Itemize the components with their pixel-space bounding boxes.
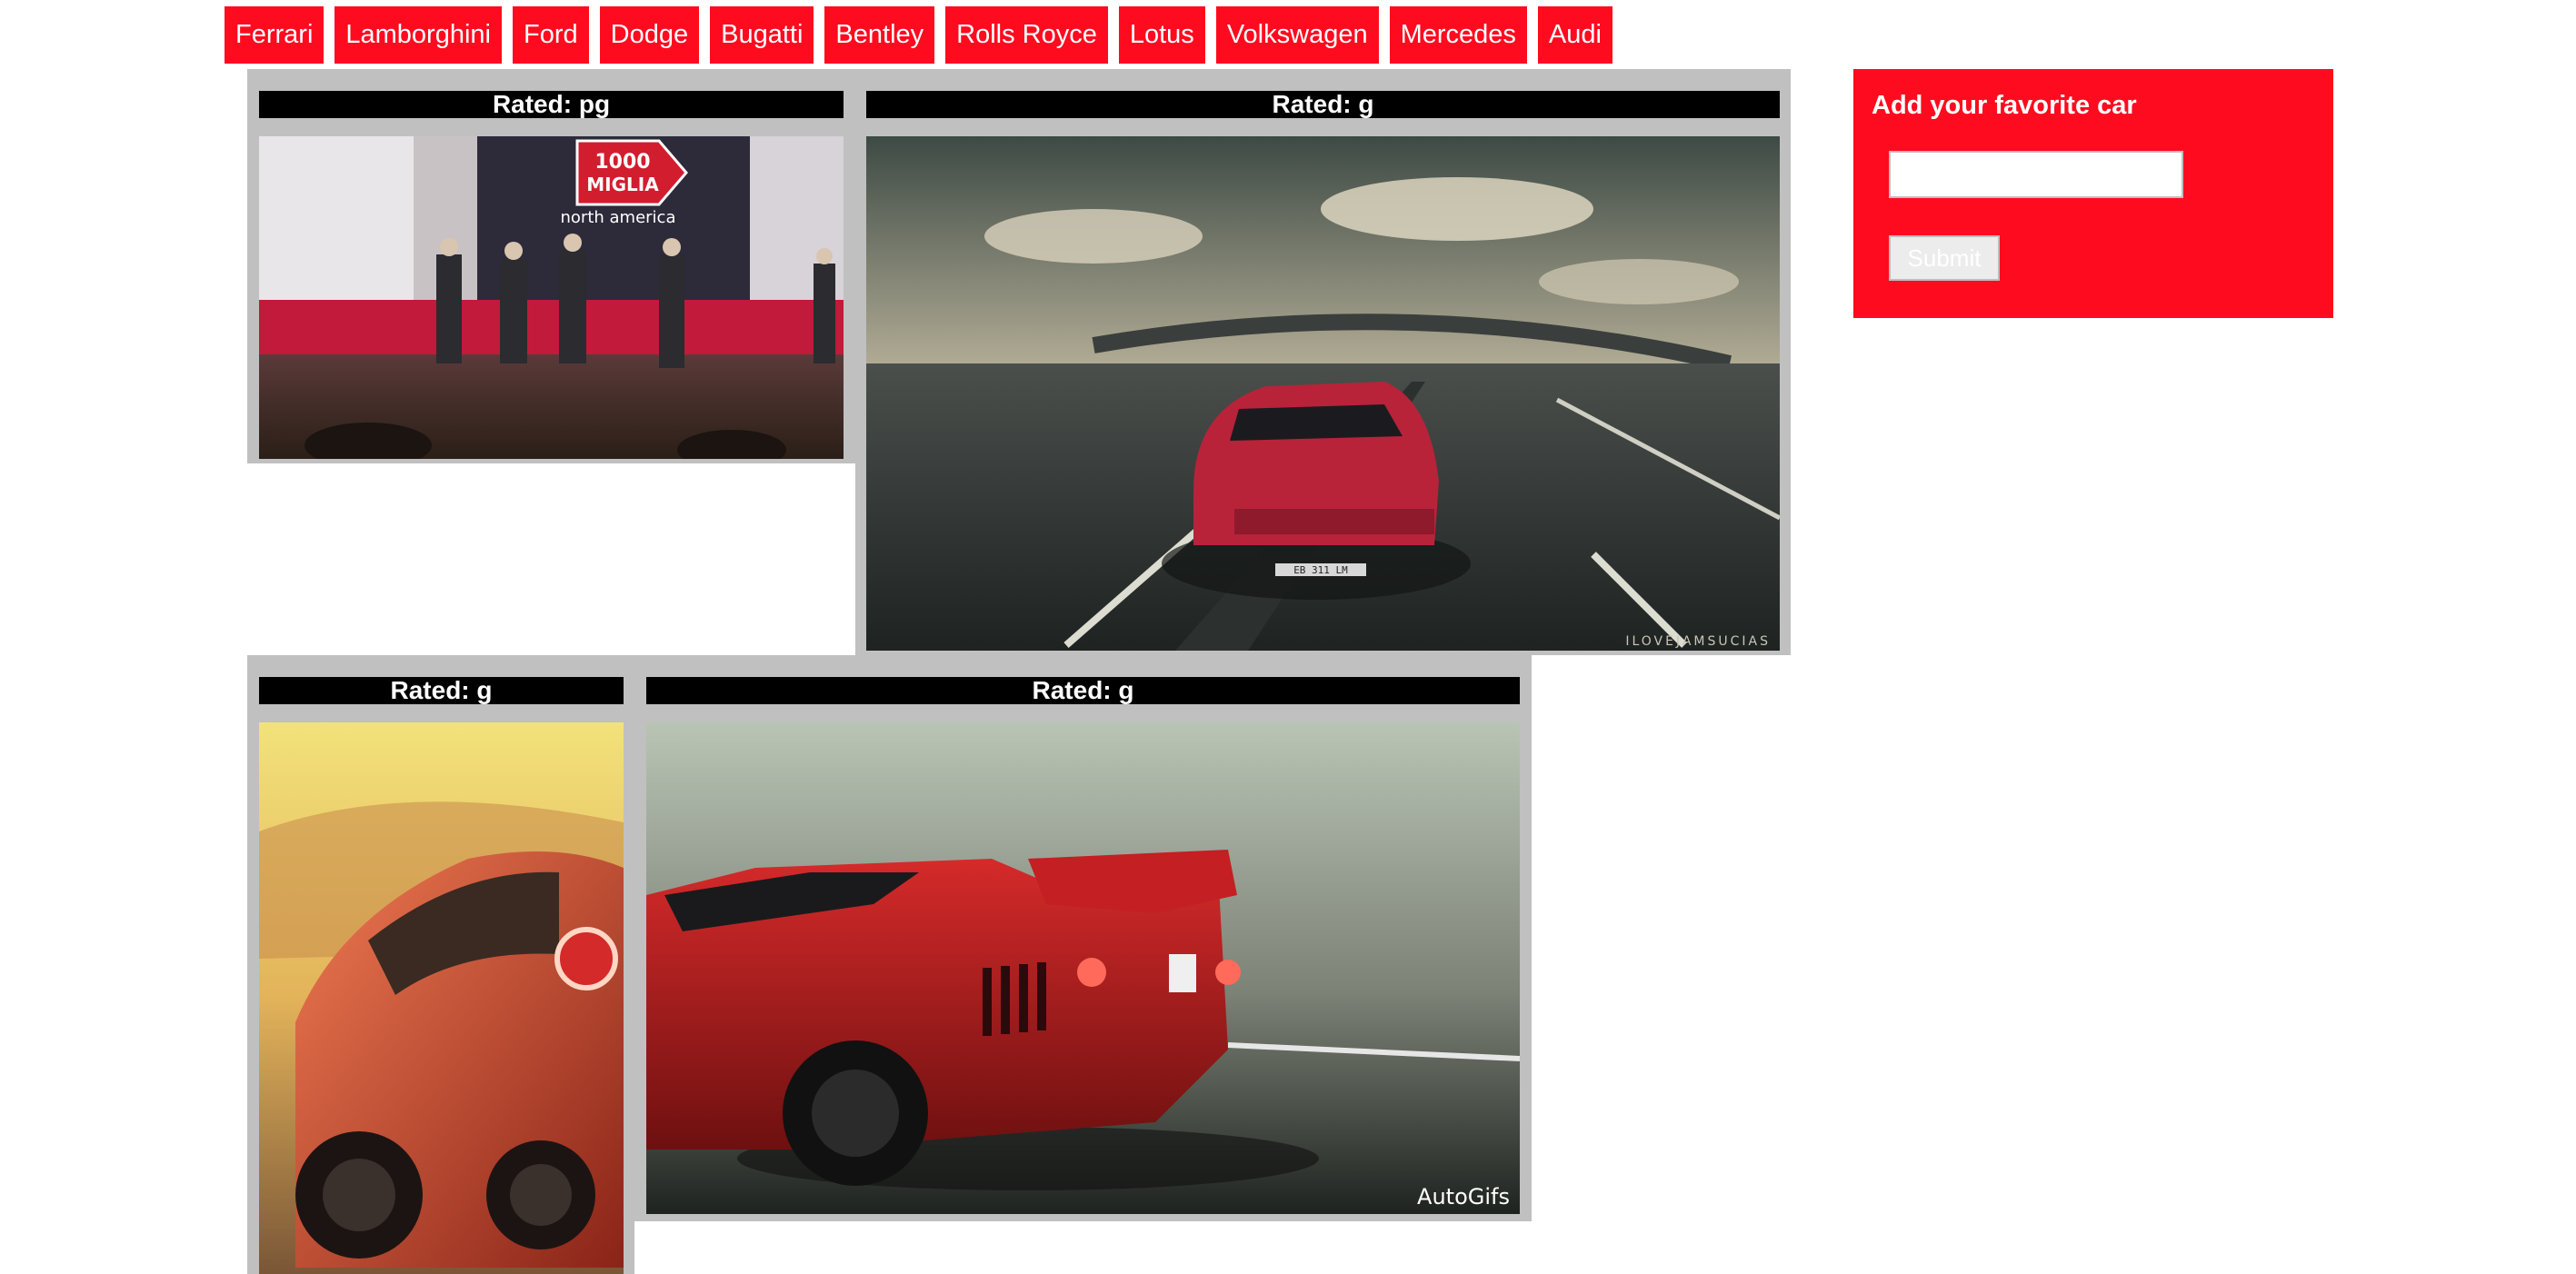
svg-text:north america: north america (561, 208, 676, 227)
svg-text:tribute: tribute (598, 136, 647, 140)
nav-item-lotus[interactable]: Lotus (1118, 6, 1205, 64)
rating-label: Rated: g (259, 677, 624, 704)
nav-item-lamborghini[interactable]: Lamborghini (334, 6, 502, 64)
svg-text:EB 311 LM: EB 311 LM (1293, 564, 1348, 576)
nav-item-bentley[interactable]: Bentley (824, 6, 935, 64)
gif-card: Rated: g (646, 677, 1520, 1214)
nav-item-rolls-royce[interactable]: Rolls Royce (945, 6, 1108, 64)
gif-image-f40[interactable]: AutoGifs (646, 722, 1520, 1214)
svg-text:MIGLIA: MIGLIA (586, 174, 659, 195)
nav-item-dodge[interactable]: Dodge (599, 6, 700, 64)
page: Ferrari Lamborghini Ford Dodge Bugatti B… (0, 0, 2576, 1274)
nav-item-audi[interactable]: Audi (1537, 6, 1612, 64)
svg-text:ILOVEJAMSUCIAS: ILOVEJAMSUCIAS (1625, 634, 1771, 649)
rating-label: Rated: g (866, 91, 1780, 118)
gif-image-desert-car[interactable] (259, 722, 624, 1274)
gif-card: Rated: g (259, 677, 624, 1274)
nav-item-ford[interactable]: Ford (513, 6, 589, 64)
submit-button[interactable]: Submit (1889, 235, 2000, 281)
svg-text:AutoGifs: AutoGifs (1417, 1184, 1510, 1209)
rating-label: Rated: pg (259, 91, 844, 118)
gif-card: Rated: pg 1000 MIGLIA tribute (259, 91, 844, 459)
nav-item-volkswagen[interactable]: Volkswagen (1215, 6, 1379, 64)
nav-item-mercedes[interactable]: Mercedes (1389, 6, 1527, 64)
nav-item-ferrari[interactable]: Ferrari (225, 6, 324, 64)
nav-item-bugatti[interactable]: Bugatti (710, 6, 814, 64)
gif-image-highway-car[interactable]: EB 311 LM ILOVEJAMSUCIAS (866, 136, 1780, 651)
add-favorite-car-form: Add your favorite car Submit (1853, 69, 2333, 318)
car-brand-nav: Ferrari Lamborghini Ford Dodge Bugatti B… (225, 6, 1612, 64)
gif-card: Rated: g (866, 91, 1780, 651)
favorite-car-input[interactable] (1889, 151, 2183, 198)
svg-text:1000: 1000 (594, 151, 650, 174)
gif-image-event-stage[interactable]: 1000 MIGLIA tribute north america (259, 136, 844, 459)
rating-label: Rated: g (646, 677, 1520, 704)
form-title: Add your favorite car (1872, 91, 2137, 120)
